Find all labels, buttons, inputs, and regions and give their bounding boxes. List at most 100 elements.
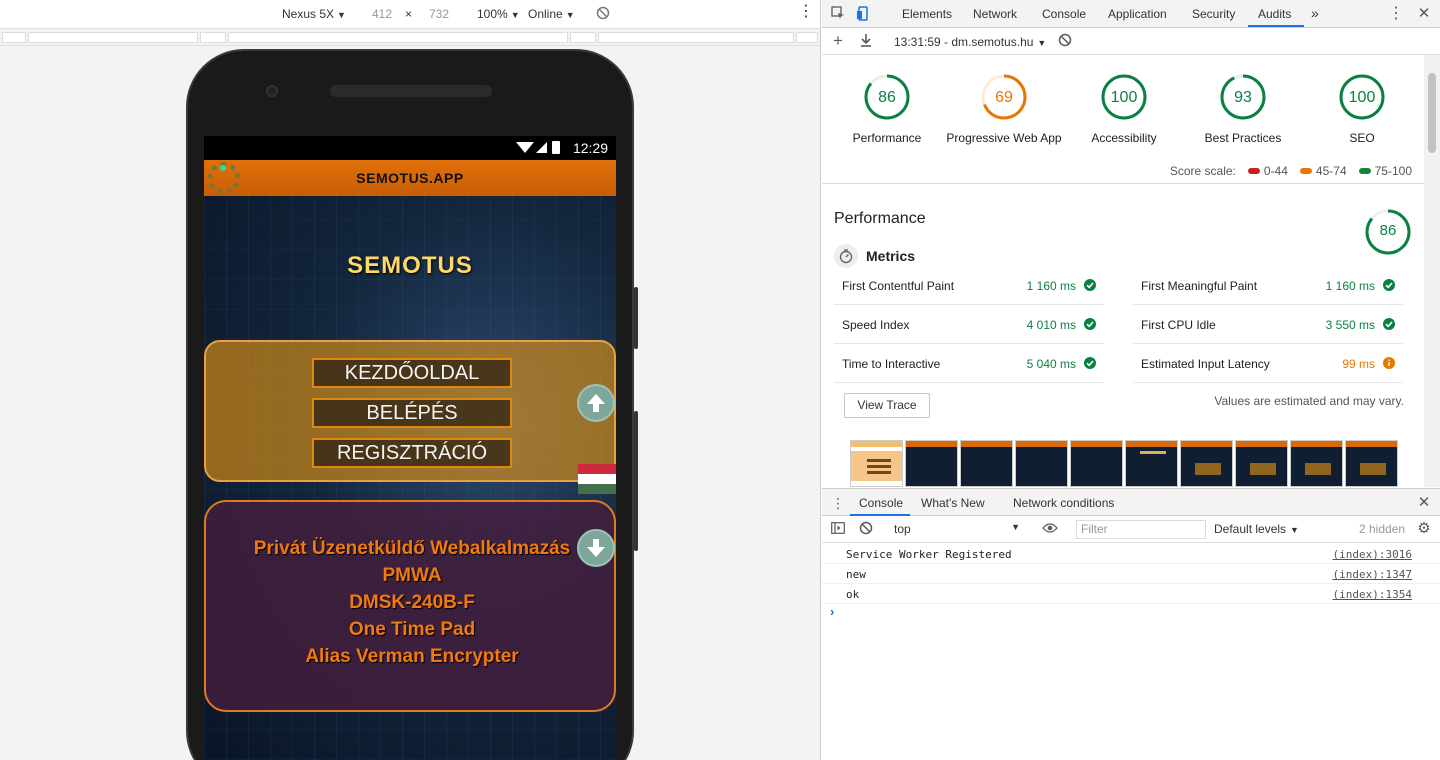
network-throttle-select[interactable]: Online ▼ bbox=[528, 7, 575, 21]
rotate-icon[interactable] bbox=[596, 6, 610, 23]
context-select[interactable]: top ▼ bbox=[888, 520, 1028, 539]
device-height-field[interactable]: 732 bbox=[429, 7, 449, 21]
scrollbar-thumb[interactable] bbox=[1428, 73, 1436, 153]
score-value: 100 bbox=[1348, 89, 1376, 106]
tab-console[interactable]: Console bbox=[1042, 7, 1086, 21]
clear-audits-icon[interactable] bbox=[1057, 33, 1073, 49]
live-expression-eye-icon[interactable] bbox=[1042, 521, 1058, 537]
nav-panel: KEZDŐOLDAL BELÉPÉS REGISZTRÁCIÓ bbox=[204, 340, 616, 482]
score-label: Performance bbox=[852, 131, 922, 145]
log-levels-select[interactable]: Default levels ▼ bbox=[1214, 522, 1299, 536]
new-audit-icon[interactable]: + bbox=[830, 32, 846, 49]
tab-application[interactable]: Application bbox=[1108, 7, 1167, 21]
drawer-tab-whats-new[interactable]: What's New bbox=[921, 496, 985, 510]
filmstrip-frame bbox=[1070, 440, 1123, 487]
filmstrip-frame bbox=[1180, 440, 1233, 487]
score-gauge[interactable]: 69 Progressive Web App bbox=[939, 73, 1069, 145]
divider bbox=[822, 183, 1424, 184]
tab-security[interactable]: Security bbox=[1192, 7, 1235, 21]
zoom-select[interactable]: 100% ▼ bbox=[477, 7, 520, 21]
console-log-line: new (index):1347 bbox=[822, 564, 1440, 584]
filmstrip-frame bbox=[1015, 440, 1068, 487]
hungarian-flag-icon[interactable] bbox=[578, 464, 616, 494]
view-trace-button[interactable]: View Trace bbox=[844, 393, 930, 418]
metric-name: First CPU Idle bbox=[1141, 318, 1216, 332]
device-emulation-pane: Nexus 5X ▼ 412 × 732 100% ▼ Online ▼ ⋮ 1… bbox=[0, 0, 821, 760]
performance-section-title: Performance bbox=[834, 210, 926, 227]
media-query-segment[interactable] bbox=[228, 32, 568, 43]
device-select[interactable]: Nexus 5X ▼ bbox=[282, 7, 346, 21]
device-width-field[interactable]: 412 bbox=[372, 7, 392, 21]
scroll-down-button[interactable] bbox=[577, 529, 615, 567]
score-value: 86 bbox=[878, 89, 896, 106]
clear-console-icon[interactable] bbox=[858, 521, 874, 537]
metric-row: First Contentful Paint 1 160 ms bbox=[834, 266, 1104, 305]
hidden-messages-count: 2 hidden bbox=[1359, 522, 1406, 536]
nav-register-button[interactable]: REGISZTRÁCIÓ bbox=[312, 438, 512, 468]
phone-speaker bbox=[330, 85, 492, 97]
arrow-down-icon bbox=[587, 539, 605, 557]
score-gauge[interactable]: 100 Accessibility bbox=[1059, 73, 1189, 145]
pass-check-icon bbox=[1383, 318, 1395, 330]
close-drawer-icon[interactable]: ✕ bbox=[1416, 495, 1432, 511]
report-scrollbar[interactable] bbox=[1424, 55, 1440, 487]
inspect-element-icon[interactable] bbox=[830, 6, 846, 22]
log-source-link[interactable]: (index):1347 bbox=[1333, 568, 1412, 581]
tab-audits[interactable]: Audits bbox=[1258, 7, 1291, 21]
tab-elements[interactable]: Elements bbox=[902, 7, 952, 21]
context-dropdown-arrow: ▼ bbox=[1011, 522, 1020, 532]
console-prompt-chevron-icon[interactable]: › bbox=[830, 604, 834, 619]
log-source-link[interactable]: (index):3016 bbox=[1333, 548, 1412, 561]
console-sidebar-icon[interactable] bbox=[830, 521, 846, 537]
audits-toolbar: + 13:31:59 - dm.semotus.hu ▼ bbox=[822, 28, 1440, 55]
media-query-segment[interactable] bbox=[200, 32, 226, 43]
log-message: ok bbox=[846, 588, 860, 601]
devtools-menu-icon[interactable]: ⋮ bbox=[1388, 6, 1404, 22]
drawer-tab-network-conditions[interactable]: Network conditions bbox=[1013, 496, 1114, 510]
active-tab-indicator bbox=[1248, 25, 1304, 27]
nav-home-button[interactable]: KEZDŐOLDAL bbox=[312, 358, 512, 388]
drawer-menu-icon[interactable]: ⋮ bbox=[830, 495, 846, 511]
download-icon[interactable] bbox=[858, 33, 874, 49]
metric-value: 4 010 ms bbox=[1026, 318, 1076, 332]
console-settings-gear-icon[interactable]: ⚙ bbox=[1416, 521, 1432, 537]
scroll-up-button[interactable] bbox=[577, 384, 615, 422]
device-toolbar-menu-icon[interactable]: ⋮ bbox=[798, 4, 814, 20]
console-filter-input[interactable]: Filter bbox=[1076, 520, 1206, 539]
metrics-title: Metrics bbox=[866, 248, 916, 264]
app-header-title: SEMOTUS.APP bbox=[356, 170, 464, 186]
devtools-tabbar: Elements Network Console Application Sec… bbox=[822, 0, 1440, 28]
close-devtools-icon[interactable]: ✕ bbox=[1416, 6, 1432, 22]
device-toolbar-toggle-icon[interactable] bbox=[856, 6, 872, 22]
signal-icon bbox=[536, 142, 547, 153]
media-query-segment[interactable] bbox=[796, 32, 818, 43]
score-gauge[interactable]: 86 Performance bbox=[822, 73, 952, 145]
audit-report: 86 Performance 69 Progressive Web App 100 Acc… bbox=[822, 55, 1424, 487]
device-toolbar: Nexus 5X ▼ 412 × 732 100% ▼ Online ▼ ⋮ bbox=[0, 0, 820, 29]
filmstrip-frame bbox=[1290, 440, 1343, 487]
nav-login-button[interactable]: BELÉPÉS bbox=[312, 398, 512, 428]
more-tabs-button[interactable]: » bbox=[1311, 5, 1319, 21]
filmstrip-frame bbox=[905, 440, 958, 487]
media-query-segment[interactable] bbox=[598, 32, 794, 43]
score-label: Progressive Web App bbox=[946, 131, 1062, 145]
media-query-segment[interactable] bbox=[2, 32, 26, 43]
media-query-segment[interactable] bbox=[28, 32, 198, 43]
audit-run-select[interactable]: 13:31:59 - dm.semotus.hu ▼ bbox=[894, 35, 1046, 49]
pass-check-icon bbox=[1383, 279, 1395, 291]
score-gauge[interactable]: 100 SEO bbox=[1297, 73, 1424, 145]
wifi-icon bbox=[516, 142, 534, 153]
tab-network[interactable]: Network bbox=[973, 7, 1017, 21]
media-query-segment[interactable] bbox=[570, 32, 596, 43]
estimate-note: Values are estimated and may vary. bbox=[1214, 394, 1404, 408]
metric-value: 3 550 ms bbox=[1325, 318, 1375, 332]
filmstrip-frame bbox=[1125, 440, 1178, 487]
drawer-tab-console[interactable]: Console bbox=[859, 496, 903, 510]
phone-power-button bbox=[634, 287, 638, 349]
log-source-link[interactable]: (index):1354 bbox=[1333, 588, 1412, 601]
score-gauge[interactable]: 93 Best Practices bbox=[1178, 73, 1308, 145]
metric-value: 1 160 ms bbox=[1325, 279, 1375, 293]
metric-row: Time to Interactive 5 040 ms bbox=[834, 344, 1104, 383]
arrow-up-icon bbox=[587, 394, 605, 412]
metric-name: Speed Index bbox=[842, 318, 910, 332]
